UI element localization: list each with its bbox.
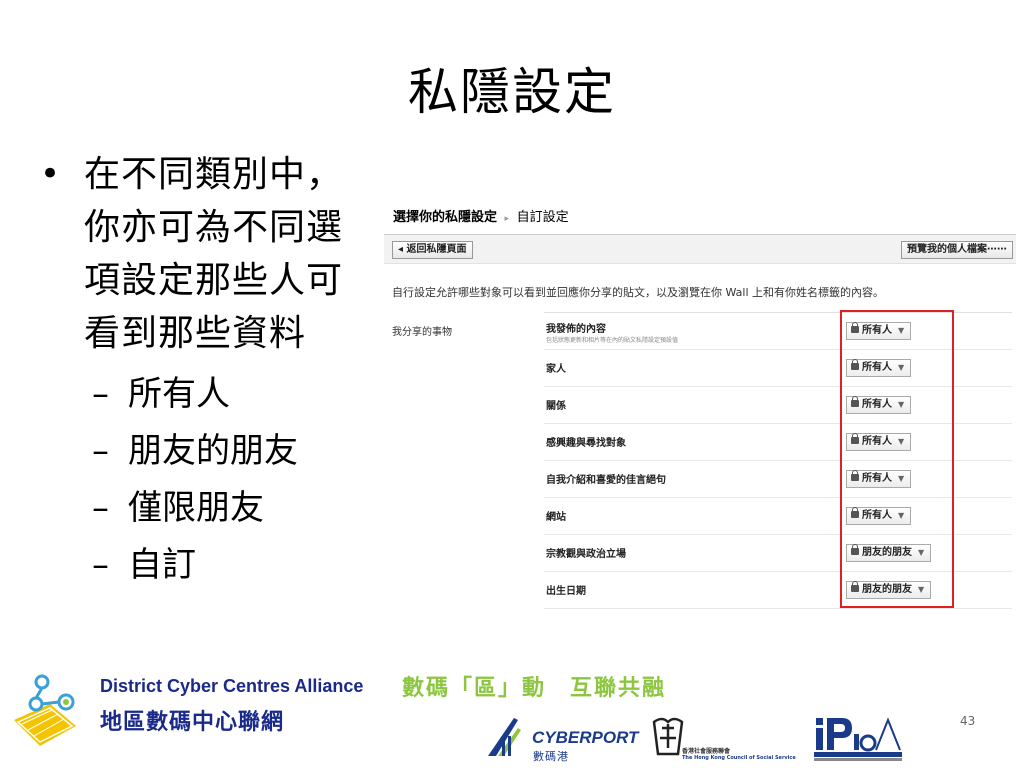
footer-logos: District Cyber Centres Alliance 地區數碼中心聯網…: [0, 660, 1024, 768]
cyberport-chinese-name: 數碼港: [533, 750, 569, 763]
dash-icon: –: [92, 431, 109, 471]
page-number: 43: [960, 714, 976, 728]
row-label: 感興趣與尋找對象: [546, 438, 626, 449]
sub-bullet-item: – 僅限朋友: [92, 480, 370, 537]
slide-title: 私隱設定: [408, 63, 616, 121]
row-label: 網站: [546, 512, 566, 523]
dcc-english-name: District Cyber Centres Alliance: [100, 676, 364, 696]
sub-bullet-list: – 所有人 – 朋友的朋友 – 僅限朋友 – 自訂: [92, 366, 370, 594]
section-label: 我分享的事物: [392, 327, 452, 338]
row-label: 關係: [546, 401, 566, 412]
breadcrumb-link-privacy[interactable]: 選擇你的私隱設定: [393, 210, 497, 225]
sub-bullet-item: – 自訂: [92, 537, 370, 594]
back-button-label: 返回私隱頁面: [406, 244, 467, 255]
privacy-settings-screenshot: 選擇你的私隱設定 ▸ 自訂設定 ◂ 返回私隱頁面 預覽我的個人檔案⋯⋯ 自行設定…: [384, 196, 1016, 616]
sub-bullet-text: 所有人: [128, 374, 230, 414]
chevron-left-icon: ◂: [398, 244, 404, 255]
hkcss-chinese-name: 香港社會服務聯會: [682, 748, 731, 755]
back-to-privacy-button[interactable]: ◂ 返回私隱頁面: [392, 241, 473, 259]
preview-profile-button[interactable]: 預覽我的個人檔案⋯⋯: [901, 241, 1013, 259]
sub-bullet-text: 自訂: [128, 545, 196, 585]
dash-icon: –: [92, 488, 109, 528]
dash-icon: –: [92, 545, 109, 585]
row-label: 自我介紹和喜愛的佳言絕句: [546, 475, 666, 486]
breadcrumb-current: 自訂設定: [516, 210, 569, 225]
row-label: 宗教觀與政治立場: [546, 549, 626, 560]
dcc-chinese-name: 地區數碼中心聯網: [100, 710, 285, 735]
breadcrumb: 選擇你的私隱設定 ▸ 自訂設定: [393, 206, 569, 225]
sub-bullet-item: – 朋友的朋友: [92, 423, 370, 480]
row-label: 家人: [546, 364, 566, 375]
toolbar: ◂ 返回私隱頁面 預覽我的個人檔案⋯⋯: [384, 234, 1016, 264]
sub-bullet-text: 僅限朋友: [128, 488, 264, 528]
cyberport-name: CYBERPORT: [532, 728, 639, 747]
bullet-list: • 在不同類別中，你亦可為不同選項設定那些人可看到那些資料 – 所有人 – 朋友的朋…: [40, 148, 370, 594]
row-label: 出生日期: [546, 586, 586, 597]
breadcrumb-arrow-icon: ▸: [504, 214, 510, 224]
highlight-box: [840, 310, 954, 608]
settings-description: 自行設定允許哪些對象可以看到並回應你分享的貼文，以及瀏覽在你 Wall 上和有你…: [392, 286, 885, 299]
dash-icon: –: [92, 374, 109, 414]
row-label: 我發佈的內容: [546, 324, 606, 335]
bullet-text: 在不同類別中，你亦可為不同選項設定那些人可看到那些資料: [84, 154, 344, 354]
bullet-item: • 在不同類別中，你亦可為不同選項設定那些人可看到那些資料: [40, 148, 370, 360]
ipro-logo-icon: [814, 717, 902, 761]
dcc-logo-icon: [14, 674, 76, 746]
cyberport-logo-icon: [488, 718, 521, 756]
sub-bullet-text: 朋友的朋友: [128, 431, 298, 471]
bullet-dot-icon: •: [40, 154, 61, 194]
sub-bullet-item: – 所有人: [92, 366, 370, 423]
row-sublabel: 包括狀態更新和相片等在內的貼文私隱設定預設值: [546, 337, 679, 344]
hkcss-english-name: The Hong Kong Council of Social Service: [682, 755, 796, 761]
slogan: 數碼「區」動 互聯共融: [402, 676, 667, 701]
